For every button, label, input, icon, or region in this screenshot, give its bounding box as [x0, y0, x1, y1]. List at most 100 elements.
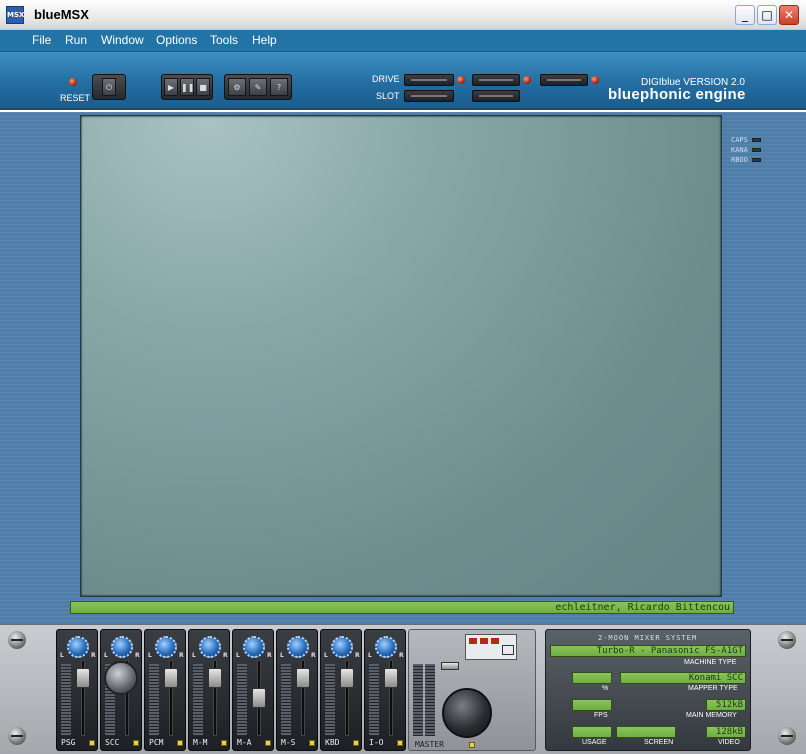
menu-file[interactable]: File	[32, 33, 51, 47]
video-memory-label: VIDEO	[718, 739, 740, 746]
level-meter	[369, 664, 379, 736]
fps-label: FPS	[594, 712, 608, 719]
level-meter	[325, 664, 335, 736]
screw-icon	[778, 727, 796, 745]
channel-strip: L R M-M	[188, 629, 230, 751]
mixer-panel: L R PSG L R SCC L R PCM L R M-M L R M-A L R M-S L R KBD L R I-O…	[0, 624, 806, 754]
master-fader[interactable]	[441, 662, 459, 670]
close-button[interactable]: ✕	[779, 5, 799, 25]
pan-knob[interactable]	[155, 636, 177, 658]
drive-a-led	[457, 76, 465, 84]
percent-label: %	[602, 685, 609, 692]
play-button[interactable]: ▶	[164, 78, 178, 96]
tool-controls: ⚙ ✎ ?	[224, 74, 292, 100]
volume-fader[interactable]	[384, 668, 398, 689]
pan-knob[interactable]	[287, 636, 309, 658]
right-label: R	[179, 652, 184, 659]
pan-knob[interactable]	[243, 636, 265, 658]
cartridge-slot-2[interactable]	[472, 90, 520, 102]
title-bar[interactable]: MSX blueMSX _ □ ✕	[0, 0, 806, 30]
screw-icon	[8, 727, 26, 745]
pan-knob[interactable]	[111, 636, 133, 658]
channel-label: PSG	[61, 738, 76, 747]
volume-fader[interactable]	[164, 668, 178, 689]
channel-enable-led[interactable]	[221, 740, 227, 746]
channel-label: SCC	[105, 738, 120, 747]
routing-diagram-icon	[465, 634, 517, 660]
master-section: MASTER	[408, 629, 536, 751]
caps-led	[752, 138, 761, 142]
cartridge-slot-1[interactable]	[404, 90, 454, 102]
pan-knob[interactable]	[375, 636, 397, 658]
video-memory-display: 128kB	[706, 726, 746, 738]
screen-label: SCREEN	[644, 739, 674, 746]
power-icon: ⏻	[102, 78, 116, 96]
machine-type-display: Turbo-R - Panasonic FS-A1GT	[550, 645, 746, 657]
mapper-type-display: Konami SCC	[620, 672, 746, 684]
mapper-type-label: MAPPER TYPE	[688, 685, 738, 692]
pan-knob[interactable]	[331, 636, 353, 658]
edit-icon-button[interactable]: ✎	[249, 78, 267, 96]
channel-enable-led[interactable]	[397, 740, 403, 746]
right-label: R	[135, 652, 140, 659]
volume-fader[interactable]	[76, 668, 90, 689]
master-meter-left	[413, 664, 423, 736]
channel-enable-led[interactable]	[89, 740, 95, 746]
run-controls: ▶ ❚❚ ■	[161, 74, 213, 100]
menu-options[interactable]: Options	[156, 33, 197, 47]
drive-b-slot[interactable]	[472, 74, 520, 86]
emulator-area: CAPS KANA RBOO echleitner, Ricardo Bitte…	[0, 112, 806, 624]
pause-button[interactable]: ❚❚	[180, 78, 194, 96]
right-label: R	[399, 652, 404, 659]
gear-icon-button[interactable]: ⚙	[228, 78, 246, 96]
stop-button[interactable]: ■	[196, 78, 210, 96]
volume-fader[interactable]	[340, 668, 354, 689]
channel-enable-led[interactable]	[353, 740, 359, 746]
usage-display	[572, 726, 612, 738]
channel-label: M-S	[281, 738, 296, 747]
status-scroll-display: echleitner, Ricardo Bittencou	[70, 601, 734, 614]
channel-enable-led[interactable]	[177, 740, 183, 746]
right-label: R	[355, 652, 360, 659]
maximize-button[interactable]: □	[757, 5, 777, 25]
left-label: L	[236, 652, 240, 659]
menu-run[interactable]: Run	[65, 33, 87, 47]
emulator-screen[interactable]	[80, 115, 722, 597]
minimize-button[interactable]: _	[735, 5, 755, 25]
pan-knob[interactable]	[67, 636, 89, 658]
left-label: L	[60, 652, 64, 659]
tape-slot[interactable]	[540, 74, 588, 86]
channel-strip: L R I-O	[364, 629, 406, 751]
channel-enable-led[interactable]	[265, 740, 271, 746]
left-label: L	[324, 652, 328, 659]
main-memory-display: 512kB	[706, 699, 746, 711]
right-label: R	[223, 652, 228, 659]
rboo-indicator-label: RBOO	[731, 156, 748, 164]
channel-label: KBD	[325, 738, 340, 747]
main-memory-label: MAIN MEMORY	[686, 712, 737, 719]
app-icon[interactable]: MSX	[6, 6, 24, 24]
volume-fader[interactable]	[296, 668, 310, 689]
reset-button[interactable]: ⏻	[92, 74, 126, 100]
level-meter	[281, 664, 291, 736]
kana-led	[752, 148, 761, 152]
pan-knob[interactable]	[199, 636, 221, 658]
drive-a-slot[interactable]	[404, 74, 454, 86]
menu-tools[interactable]: Tools	[210, 33, 238, 47]
slot-label: SLOT	[376, 91, 400, 101]
channel-enable-led[interactable]	[309, 740, 315, 746]
channel-strip: L R PSG	[56, 629, 98, 751]
menu-window[interactable]: Window	[101, 33, 144, 47]
right-label: R	[91, 652, 96, 659]
channel-enable-led[interactable]	[133, 740, 139, 746]
volume-fader[interactable]	[208, 668, 222, 689]
level-meter	[149, 664, 159, 736]
help-icon-button[interactable]: ?	[270, 78, 288, 96]
screw-icon	[778, 631, 796, 649]
menu-help[interactable]: Help	[252, 33, 277, 47]
balance-knob[interactable]	[104, 661, 138, 695]
screw-icon	[8, 631, 26, 649]
volume-fader[interactable]	[252, 688, 266, 708]
master-volume-knob[interactable]	[442, 688, 492, 738]
caps-indicator-label: CAPS	[731, 136, 748, 144]
